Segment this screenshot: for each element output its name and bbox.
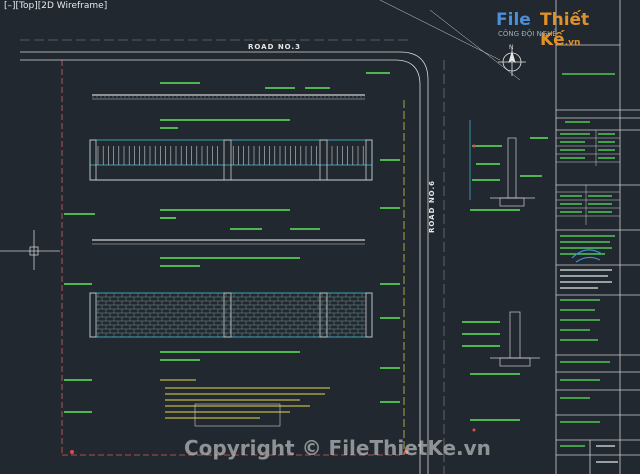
cad-viewport[interactable]: [–][Top][2D Wireframe] ROAD NO.3 ROAD NO… (0, 0, 640, 474)
compass-north-label: N (509, 44, 514, 51)
road-label-top: ROAD NO.3 (248, 43, 302, 51)
section-detail-post-1 (469, 120, 535, 207)
section-annotations (462, 137, 548, 421)
watermark-logo-suffix: .vn (564, 38, 581, 48)
fence-section-rail-2 (92, 239, 365, 245)
watermark-logo-file: File (496, 10, 531, 30)
title-block-white-text (560, 269, 618, 463)
title-block-rows (556, 130, 620, 225)
road-corner-curve (394, 59, 421, 86)
fence-section-rail-1 (92, 94, 365, 100)
fence-elevation-bars (89, 139, 373, 181)
notes-box (194, 403, 281, 427)
watermark-logo: File Thiết Kế.vn CÔNG ĐỘI NGHỀ (496, 8, 628, 50)
copyright-watermark: Copyright © FileThietKe.vn (184, 436, 491, 460)
cad-drawing-canvas[interactable] (0, 0, 640, 474)
annotation-group (64, 72, 400, 413)
construction-line-1 (379, 0, 501, 61)
notes-block (160, 379, 330, 419)
title-block-frame (555, 0, 640, 474)
viewport-control-label[interactable]: [–][Top][2D Wireframe] (2, 1, 110, 11)
road-label-right: ROAD NO.6 (428, 179, 436, 233)
fence-elevation-brick (89, 292, 373, 338)
company-logo (571, 249, 603, 263)
watermark-logo-sub: CÔNG ĐỘI NGHỀ (498, 30, 557, 38)
section-detail-post-2 (490, 311, 540, 367)
red-markers (70, 144, 476, 454)
compass-icon (498, 48, 526, 76)
